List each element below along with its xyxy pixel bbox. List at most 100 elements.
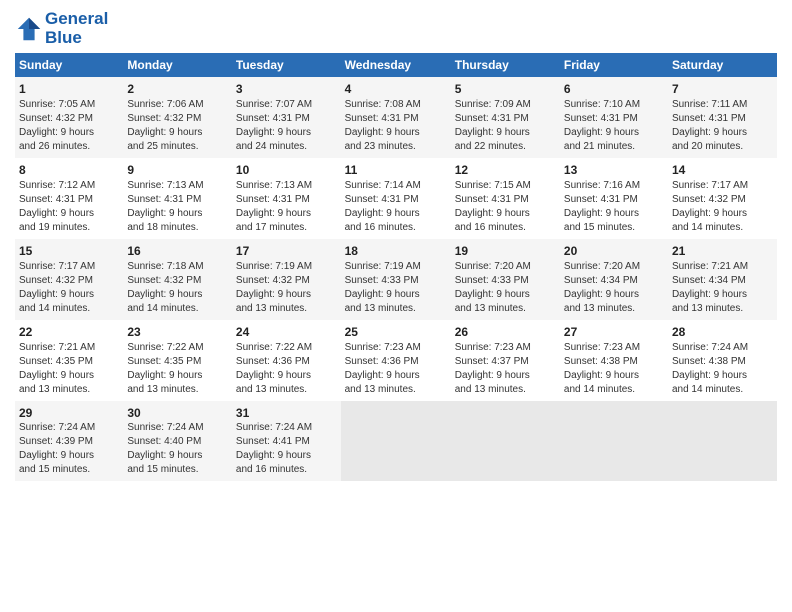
sunset-text: Sunset: 4:31 PM xyxy=(236,193,337,207)
calendar-cell: 1Sunrise: 7:05 AMSunset: 4:32 PMDaylight… xyxy=(15,77,123,158)
calendar-cell: 31Sunrise: 7:24 AMSunset: 4:41 PMDayligh… xyxy=(232,401,341,482)
daylight-text-2: and 16 minutes. xyxy=(236,463,337,477)
sunset-text: Sunset: 4:41 PM xyxy=(236,435,337,449)
sunrise-text: Sunrise: 7:12 AM xyxy=(19,179,119,193)
sunset-text: Sunset: 4:35 PM xyxy=(127,355,228,369)
daylight-text-1: Daylight: 9 hours xyxy=(236,449,337,463)
calendar-week-row: 29Sunrise: 7:24 AMSunset: 4:39 PMDayligh… xyxy=(15,401,777,482)
sunset-text: Sunset: 4:36 PM xyxy=(345,355,447,369)
calendar-cell: 20Sunrise: 7:20 AMSunset: 4:34 PMDayligh… xyxy=(560,239,668,320)
sunrise-text: Sunrise: 7:19 AM xyxy=(345,260,447,274)
day-of-week-header: Saturday xyxy=(668,53,777,77)
day-of-week-header: Friday xyxy=(560,53,668,77)
sunset-text: Sunset: 4:37 PM xyxy=(455,355,556,369)
calendar-cell: 16Sunrise: 7:18 AMSunset: 4:32 PMDayligh… xyxy=(123,239,232,320)
day-of-week-header: Monday xyxy=(123,53,232,77)
daylight-text-1: Daylight: 9 hours xyxy=(455,126,556,140)
day-number: 21 xyxy=(672,243,773,260)
calendar-table: SundayMondayTuesdayWednesdayThursdayFrid… xyxy=(15,53,777,481)
daylight-text-2: and 17 minutes. xyxy=(236,221,337,235)
daylight-text-1: Daylight: 9 hours xyxy=(127,288,228,302)
daylight-text-1: Daylight: 9 hours xyxy=(455,369,556,383)
daylight-text-2: and 13 minutes. xyxy=(19,383,119,397)
daylight-text-1: Daylight: 9 hours xyxy=(564,288,664,302)
daylight-text-2: and 18 minutes. xyxy=(127,221,228,235)
daylight-text-2: and 13 minutes. xyxy=(127,383,228,397)
sunrise-text: Sunrise: 7:24 AM xyxy=(19,421,119,435)
calendar-cell: 30Sunrise: 7:24 AMSunset: 4:40 PMDayligh… xyxy=(123,401,232,482)
day-number: 25 xyxy=(345,324,447,341)
daylight-text-1: Daylight: 9 hours xyxy=(236,369,337,383)
calendar-cell: 14Sunrise: 7:17 AMSunset: 4:32 PMDayligh… xyxy=(668,158,777,239)
sunrise-text: Sunrise: 7:08 AM xyxy=(345,98,447,112)
daylight-text-2: and 24 minutes. xyxy=(236,140,337,154)
day-number: 14 xyxy=(672,162,773,179)
daylight-text-1: Daylight: 9 hours xyxy=(564,126,664,140)
sunset-text: Sunset: 4:32 PM xyxy=(672,193,773,207)
daylight-text-2: and 13 minutes. xyxy=(564,302,664,316)
daylight-text-2: and 15 minutes. xyxy=(564,221,664,235)
day-number: 19 xyxy=(455,243,556,260)
calendar-cell xyxy=(560,401,668,482)
daylight-text-1: Daylight: 9 hours xyxy=(127,369,228,383)
day-number: 23 xyxy=(127,324,228,341)
sunrise-text: Sunrise: 7:10 AM xyxy=(564,98,664,112)
day-number: 16 xyxy=(127,243,228,260)
day-number: 28 xyxy=(672,324,773,341)
calendar-cell: 2Sunrise: 7:06 AMSunset: 4:32 PMDaylight… xyxy=(123,77,232,158)
sunset-text: Sunset: 4:31 PM xyxy=(564,112,664,126)
sunset-text: Sunset: 4:33 PM xyxy=(345,274,447,288)
daylight-text-2: and 15 minutes. xyxy=(127,463,228,477)
sunrise-text: Sunrise: 7:06 AM xyxy=(127,98,228,112)
sunrise-text: Sunrise: 7:21 AM xyxy=(19,341,119,355)
sunset-text: Sunset: 4:32 PM xyxy=(19,112,119,126)
sunrise-text: Sunrise: 7:23 AM xyxy=(345,341,447,355)
daylight-text-2: and 16 minutes. xyxy=(345,221,447,235)
calendar-week-row: 1Sunrise: 7:05 AMSunset: 4:32 PMDaylight… xyxy=(15,77,777,158)
sunset-text: Sunset: 4:40 PM xyxy=(127,435,228,449)
daylight-text-1: Daylight: 9 hours xyxy=(672,288,773,302)
sunrise-text: Sunrise: 7:13 AM xyxy=(127,179,228,193)
day-number: 10 xyxy=(236,162,337,179)
daylight-text-1: Daylight: 9 hours xyxy=(127,449,228,463)
header: General Blue xyxy=(15,10,777,47)
day-number: 1 xyxy=(19,81,119,98)
calendar-cell: 24Sunrise: 7:22 AMSunset: 4:36 PMDayligh… xyxy=(232,320,341,401)
day-of-week-header: Thursday xyxy=(451,53,560,77)
calendar-cell: 15Sunrise: 7:17 AMSunset: 4:32 PMDayligh… xyxy=(15,239,123,320)
daylight-text-1: Daylight: 9 hours xyxy=(672,126,773,140)
daylight-text-2: and 13 minutes. xyxy=(455,302,556,316)
sunset-text: Sunset: 4:31 PM xyxy=(19,193,119,207)
day-number: 24 xyxy=(236,324,337,341)
daylight-text-1: Daylight: 9 hours xyxy=(345,369,447,383)
daylight-text-2: and 14 minutes. xyxy=(564,383,664,397)
sunrise-text: Sunrise: 7:22 AM xyxy=(236,341,337,355)
sunrise-text: Sunrise: 7:21 AM xyxy=(672,260,773,274)
day-number: 4 xyxy=(345,81,447,98)
calendar-cell: 6Sunrise: 7:10 AMSunset: 4:31 PMDaylight… xyxy=(560,77,668,158)
calendar-cell: 27Sunrise: 7:23 AMSunset: 4:38 PMDayligh… xyxy=(560,320,668,401)
sunrise-text: Sunrise: 7:17 AM xyxy=(19,260,119,274)
calendar-cell: 8Sunrise: 7:12 AMSunset: 4:31 PMDaylight… xyxy=(15,158,123,239)
daylight-text-1: Daylight: 9 hours xyxy=(19,288,119,302)
sunrise-text: Sunrise: 7:24 AM xyxy=(672,341,773,355)
daylight-text-2: and 14 minutes. xyxy=(19,302,119,316)
day-number: 12 xyxy=(455,162,556,179)
sunrise-text: Sunrise: 7:14 AM xyxy=(345,179,447,193)
daylight-text-1: Daylight: 9 hours xyxy=(672,207,773,221)
calendar-cell: 25Sunrise: 7:23 AMSunset: 4:36 PMDayligh… xyxy=(341,320,451,401)
sunset-text: Sunset: 4:31 PM xyxy=(345,193,447,207)
day-number: 27 xyxy=(564,324,664,341)
daylight-text-1: Daylight: 9 hours xyxy=(345,207,447,221)
sunrise-text: Sunrise: 7:22 AM xyxy=(127,341,228,355)
sunset-text: Sunset: 4:32 PM xyxy=(236,274,337,288)
daylight-text-2: and 13 minutes. xyxy=(236,302,337,316)
daylight-text-1: Daylight: 9 hours xyxy=(19,449,119,463)
day-number: 31 xyxy=(236,405,337,422)
sunset-text: Sunset: 4:34 PM xyxy=(564,274,664,288)
daylight-text-2: and 15 minutes. xyxy=(19,463,119,477)
sunset-text: Sunset: 4:38 PM xyxy=(672,355,773,369)
sunset-text: Sunset: 4:31 PM xyxy=(455,112,556,126)
daylight-text-1: Daylight: 9 hours xyxy=(455,288,556,302)
daylight-text-2: and 13 minutes. xyxy=(672,302,773,316)
